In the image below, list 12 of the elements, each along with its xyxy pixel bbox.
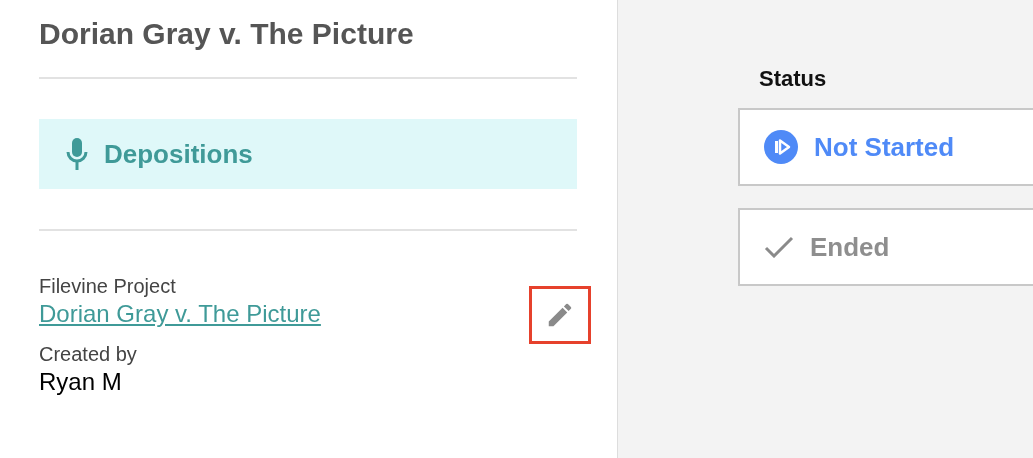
field-label: Created by [39,342,137,367]
status-heading: Status [759,66,827,92]
field-value: Ryan M [39,367,123,397]
status-option[interactable]: Not Started [738,108,1033,186]
field-label: Filevine Project [39,274,177,299]
checkmark-icon [764,236,794,258]
case-title: Dorian Gray v. The Picture [39,16,415,52]
category-label: Depositions [104,138,253,170]
project-link[interactable]: Dorian Gray v. The Picture [39,299,321,329]
status-option[interactable]: Ended [738,208,1033,286]
play-circle-icon [764,130,798,164]
microphone-icon [66,138,88,170]
